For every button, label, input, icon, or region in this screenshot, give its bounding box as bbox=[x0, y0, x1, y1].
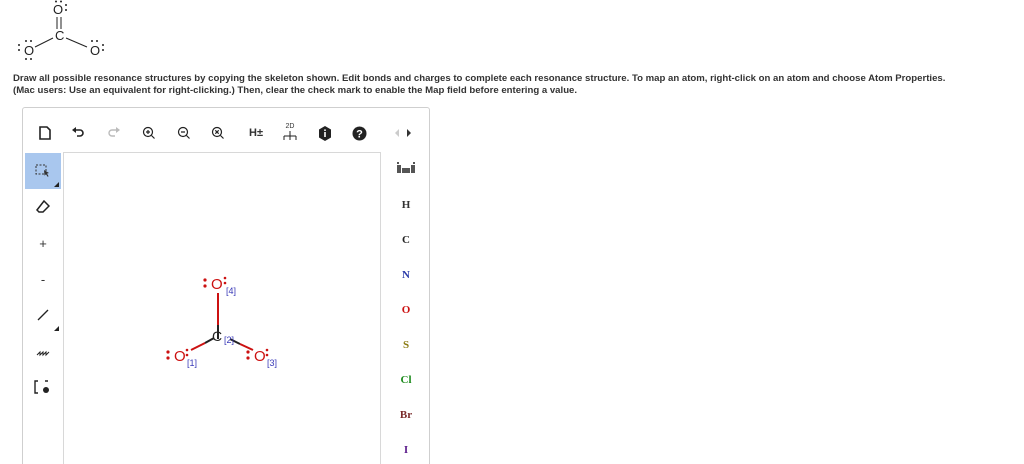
select-tool[interactable] bbox=[25, 153, 61, 189]
atom-c2-map: [2] bbox=[224, 335, 234, 345]
new-document-icon[interactable] bbox=[36, 124, 54, 142]
structure-editor: H± 2D ? + - O [4] C [2] O [1] O [3] H C … bbox=[22, 107, 430, 464]
atom-o4-map: [4] bbox=[226, 286, 236, 296]
zoom-out-icon[interactable] bbox=[175, 124, 193, 142]
clean-2d-button[interactable]: 2D bbox=[280, 121, 300, 143]
element-o[interactable]: O bbox=[383, 295, 429, 325]
hydrogen-toggle[interactable]: H± bbox=[244, 124, 268, 142]
element-h[interactable]: H bbox=[383, 190, 429, 220]
bond-c-o3-right bbox=[239, 343, 254, 351]
skeleton-structure: O C O O bbox=[18, 0, 104, 60]
drawing-canvas[interactable]: O [4] C [2] O [1] O [3] bbox=[63, 152, 381, 464]
element-s[interactable]: S bbox=[383, 330, 429, 360]
element-br[interactable]: Br bbox=[383, 400, 429, 430]
atom-o1-map: [1] bbox=[187, 358, 197, 368]
single-bond-tool-icon bbox=[37, 309, 49, 321]
zoom-in-icon[interactable] bbox=[140, 124, 158, 142]
skeleton-atom-right: O bbox=[90, 43, 100, 58]
select-tool-icon bbox=[35, 164, 49, 177]
zoom-reset-icon[interactable] bbox=[209, 124, 227, 142]
undo-icon[interactable] bbox=[69, 124, 87, 142]
atom-c2[interactable]: C bbox=[212, 328, 222, 344]
element-i[interactable]: I bbox=[383, 435, 429, 464]
clean-2d-label: 2D bbox=[285, 123, 295, 130]
bracket-tool[interactable] bbox=[25, 369, 61, 405]
atom-o3-map: [3] bbox=[267, 358, 277, 368]
chain-tool-icon bbox=[36, 350, 50, 357]
bracket-tool-icon bbox=[34, 380, 49, 394]
bond-c-o1-left bbox=[190, 342, 206, 351]
eraser-tool[interactable] bbox=[25, 189, 61, 225]
atoms: O [4] C [2] O [1] O [3] bbox=[174, 276, 277, 368]
instructions: Draw all possible resonance structures b… bbox=[13, 73, 1018, 97]
molecule: O [4] C [2] O [1] O [3] bbox=[166, 276, 277, 368]
skeleton-atom-left: O bbox=[24, 43, 34, 58]
atom-o4[interactable]: O bbox=[211, 276, 223, 293]
help-icon[interactable]: ? bbox=[350, 124, 368, 142]
chain-tool[interactable] bbox=[25, 333, 61, 369]
element-n[interactable]: N bbox=[383, 260, 429, 290]
select-tool-corner-marker bbox=[54, 182, 59, 187]
periodic-table-button[interactable] bbox=[383, 153, 429, 183]
charge-plus-tool[interactable]: + bbox=[25, 225, 61, 261]
svg-text:?: ? bbox=[356, 128, 363, 140]
left-toolbar: + - bbox=[25, 153, 61, 464]
clean-2d-icon bbox=[283, 131, 297, 140]
eraser-tool-icon bbox=[36, 200, 50, 213]
element-cl[interactable]: Cl bbox=[383, 365, 429, 395]
element-palette: H C N O S Cl Br I bbox=[383, 153, 429, 464]
element-c[interactable]: C bbox=[383, 225, 429, 255]
redo-icon[interactable] bbox=[105, 124, 123, 142]
info-icon[interactable] bbox=[316, 124, 334, 142]
skeleton-atom-center: C bbox=[55, 28, 64, 43]
bond-tool-corner-marker bbox=[54, 326, 59, 331]
atom-o1[interactable]: O bbox=[174, 348, 186, 365]
skeleton-atom-top: O bbox=[53, 2, 63, 17]
editor-toolbar: H± 2D ? bbox=[23, 108, 429, 148]
instructions-line-2: (Mac users: Use an equivalent for right-… bbox=[13, 85, 578, 96]
charge-minus-tool[interactable]: - bbox=[25, 261, 61, 297]
single-bond-tool[interactable] bbox=[25, 297, 61, 333]
periodic-table-icon bbox=[397, 162, 415, 173]
atom-o3[interactable]: O bbox=[254, 348, 266, 365]
nav-arrows[interactable] bbox=[391, 124, 415, 142]
instructions-line-1: Draw all possible resonance structures b… bbox=[13, 73, 946, 84]
